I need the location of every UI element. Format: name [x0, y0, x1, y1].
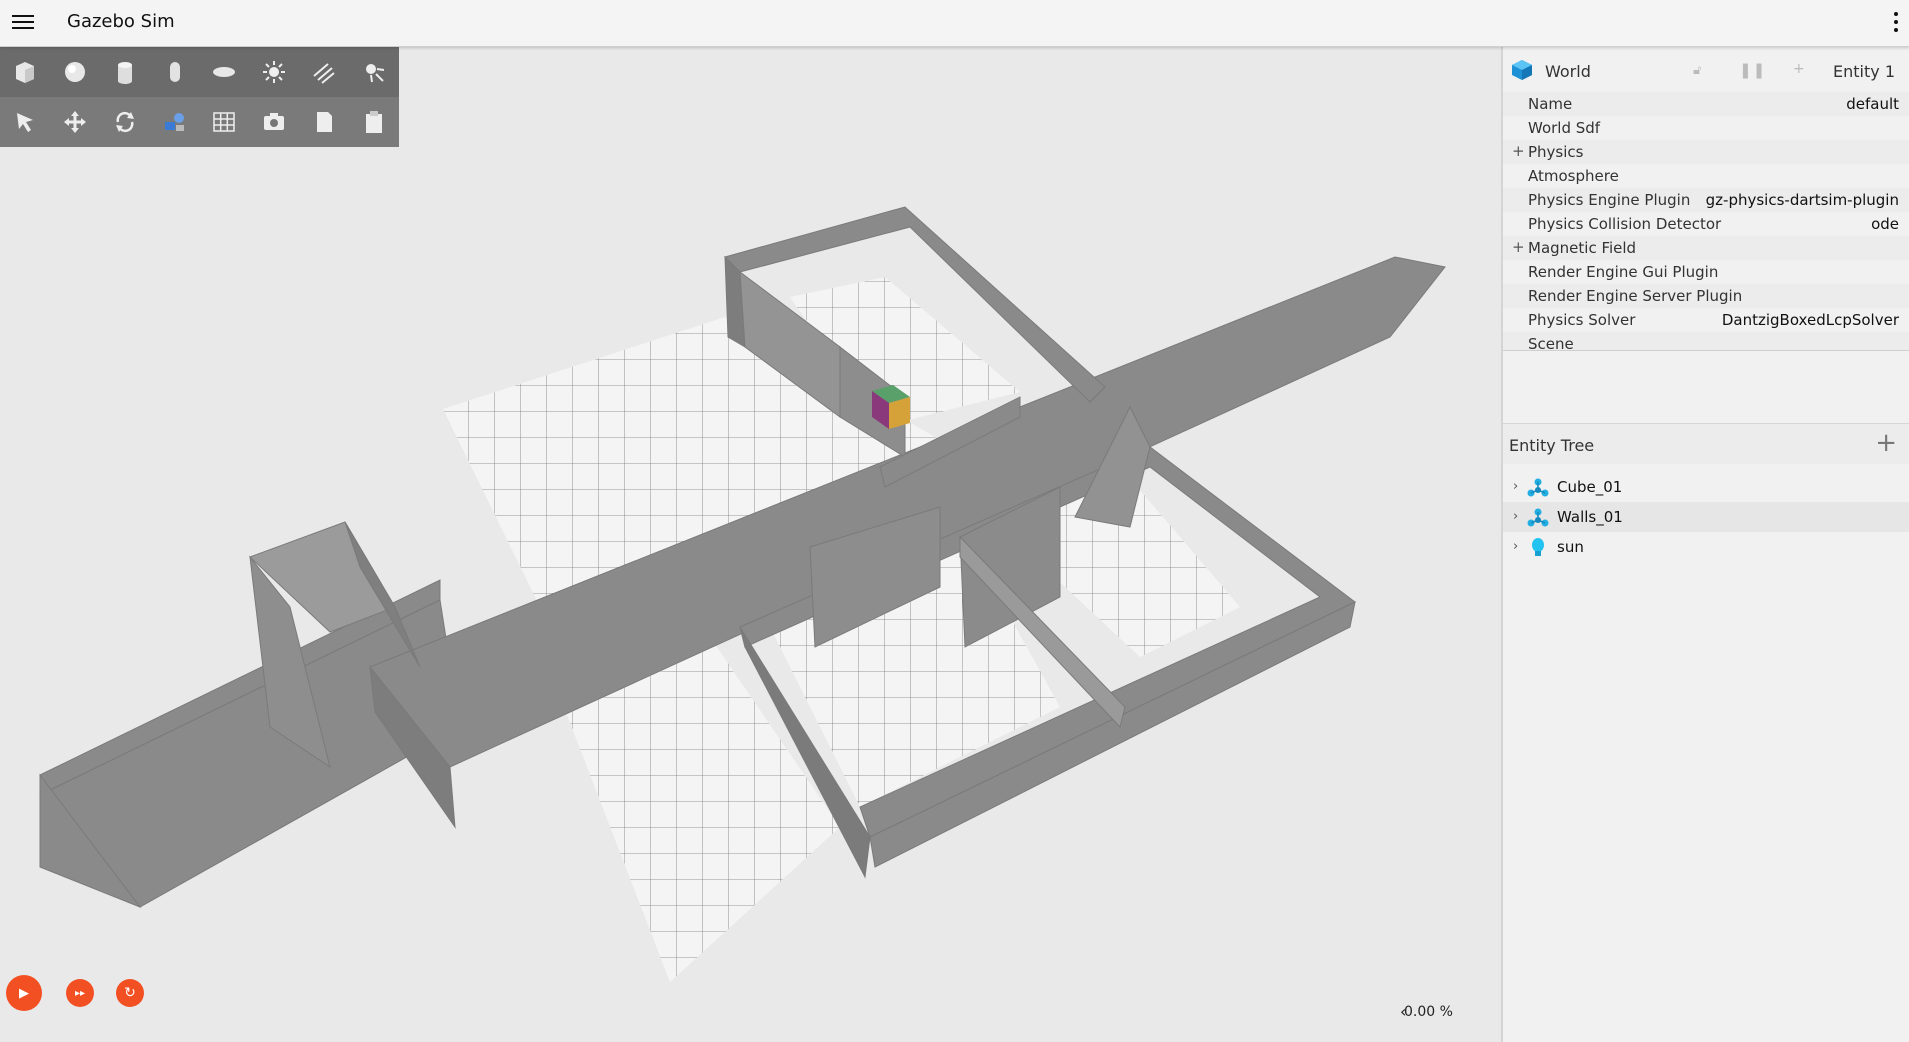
- property-row[interactable]: Render Engine Gui Plugin: [1503, 260, 1909, 284]
- chevron-right-icon[interactable]: ›: [1513, 502, 1518, 532]
- spot-light-icon: [313, 63, 335, 84]
- spot-light-button[interactable]: [299, 47, 349, 97]
- property-value: DantzigBoxedLcpSolver: [1721, 311, 1899, 329]
- property-row[interactable]: Physics Collision Detector ode: [1503, 212, 1909, 236]
- step-button[interactable]: ▸▸: [66, 979, 94, 1007]
- ellipsoid-icon: [213, 67, 236, 77]
- expand-icon[interactable]: +: [1512, 235, 1525, 259]
- point-light-icon: [366, 64, 385, 83]
- cylinder-shape-button[interactable]: [100, 47, 150, 97]
- scene-render[interactable]: [0, 47, 1501, 1042]
- property-name: Physics Engine Plugin: [1528, 191, 1691, 209]
- grid-config-button[interactable]: [200, 97, 250, 147]
- select-tool-button[interactable]: [0, 97, 50, 147]
- sphere-shape-button[interactable]: [50, 47, 100, 97]
- tree-item[interactable]: › sun: [1503, 532, 1909, 562]
- property-name: Render Engine Gui Plugin: [1528, 263, 1719, 281]
- expand-icon[interactable]: +: [1512, 139, 1525, 163]
- lock-icon[interactable]: 🔓︎: [1693, 63, 1701, 78]
- property-name: Name: [1528, 95, 1573, 113]
- component-inspector-header: World 🔓︎ ❚❚ + Entity 1: [1503, 47, 1909, 81]
- rotate-icon: [115, 111, 134, 133]
- transform-icon: [164, 113, 184, 131]
- property-row[interactable]: Render Engine Server Plugin: [1503, 284, 1909, 308]
- property-value: ode: [1871, 215, 1899, 233]
- cylinder-icon: [117, 62, 132, 84]
- property-name: Physics: [1528, 143, 1584, 161]
- menu-icon[interactable]: [12, 12, 34, 34]
- paste-icon: [366, 111, 383, 133]
- ellipsoid-shape-button[interactable]: [200, 47, 250, 97]
- playback-controls: ▶ ▸▸ ↻: [6, 975, 144, 1011]
- capsule-icon: [169, 62, 180, 82]
- box-icon: [15, 62, 34, 83]
- tree-item-label: sun: [1557, 538, 1584, 556]
- move-icon: [63, 111, 86, 133]
- property-value: gz-physics-dartsim-plugin: [1705, 191, 1899, 209]
- sun-icon: [263, 61, 286, 83]
- play-button[interactable]: ▶: [6, 975, 42, 1011]
- chevron-right-icon[interactable]: ›: [1513, 532, 1518, 562]
- paste-button[interactable]: [349, 97, 399, 147]
- property-row[interactable]: Physics Engine Plugin gz-physics-dartsim-…: [1503, 188, 1909, 212]
- shapes-toolbar: [0, 47, 399, 147]
- right-panel: World 🔓︎ ❚❚ + Entity 1 Name default World …: [1501, 47, 1909, 1042]
- tree-item[interactable]: › Walls_01: [1503, 502, 1909, 532]
- add-component-icon[interactable]: +: [1793, 61, 1805, 77]
- property-row[interactable]: Name default: [1503, 92, 1909, 116]
- property-row[interactable]: Physics Solver DantzigBoxedLcpSolver: [1503, 308, 1909, 332]
- entity-tree-title: Entity Tree: [1509, 436, 1595, 455]
- world-cube-icon: [1512, 60, 1532, 80]
- tree-item-label: Cube_01: [1557, 478, 1623, 496]
- entity-id: Entity 1: [1833, 62, 1895, 81]
- grid-icon: [213, 112, 236, 132]
- more-options-icon[interactable]: [1893, 12, 1899, 34]
- cursor-arrow-icon: [16, 113, 33, 132]
- property-row[interactable]: Atmosphere: [1503, 164, 1909, 188]
- reset-button[interactable]: ↻: [116, 979, 144, 1007]
- copy-button[interactable]: [299, 97, 349, 147]
- title-bar: Gazebo Sim: [0, 0, 1909, 47]
- copy-icon: [317, 112, 333, 132]
- translate-tool-button[interactable]: [50, 97, 100, 147]
- model-icon: [1527, 478, 1549, 497]
- property-row[interactable]: + Magnetic Field: [1503, 236, 1909, 260]
- property-name: Render Engine Server Plugin: [1528, 287, 1743, 305]
- directional-light-button[interactable]: [249, 47, 299, 97]
- light-icon: [1532, 538, 1544, 556]
- property-value: default: [1846, 95, 1899, 113]
- screenshot-button[interactable]: [249, 97, 299, 147]
- real-time-factor: 0.00 %: [1404, 1004, 1453, 1020]
- scene-viewport[interactable]: [0, 47, 1501, 1042]
- property-name: Physics Collision Detector: [1528, 215, 1722, 233]
- property-name: Physics Solver: [1528, 311, 1636, 329]
- capsule-shape-button[interactable]: [150, 47, 200, 97]
- property-name: World Sdf: [1528, 119, 1601, 137]
- point-light-button[interactable]: [349, 47, 399, 97]
- tree-item-label: Walls_01: [1557, 508, 1623, 526]
- camera-icon: [264, 113, 285, 130]
- inspector-title: World: [1545, 62, 1591, 81]
- model-icon: [1527, 508, 1549, 527]
- property-name: Magnetic Field: [1528, 239, 1637, 257]
- chevron-right-icon[interactable]: ›: [1513, 472, 1518, 502]
- pause-icon[interactable]: ❚❚: [1739, 61, 1766, 79]
- property-row[interactable]: World Sdf: [1503, 116, 1909, 140]
- app-title: Gazebo Sim: [67, 11, 175, 32]
- entity-tree-header: Entity Tree +: [1503, 423, 1909, 464]
- property-row[interactable]: Scene: [1503, 332, 1909, 351]
- property-name: Atmosphere: [1528, 167, 1619, 185]
- rotate-tool-button[interactable]: [100, 97, 150, 147]
- property-row[interactable]: + Physics: [1503, 140, 1909, 164]
- box-shape-button[interactable]: [0, 47, 50, 97]
- property-name: Scene: [1528, 335, 1574, 351]
- entity-tree: › Cube_01 › Walls_01 › sun: [1503, 472, 1909, 562]
- transform-control-button[interactable]: [150, 97, 200, 147]
- sphere-icon: [64, 62, 85, 82]
- tree-item[interactable]: › Cube_01: [1503, 472, 1909, 502]
- add-entity-button[interactable]: +: [1875, 430, 1897, 456]
- component-properties[interactable]: Name default World Sdf + Physics Atmosphere Ph…: [1503, 92, 1909, 351]
